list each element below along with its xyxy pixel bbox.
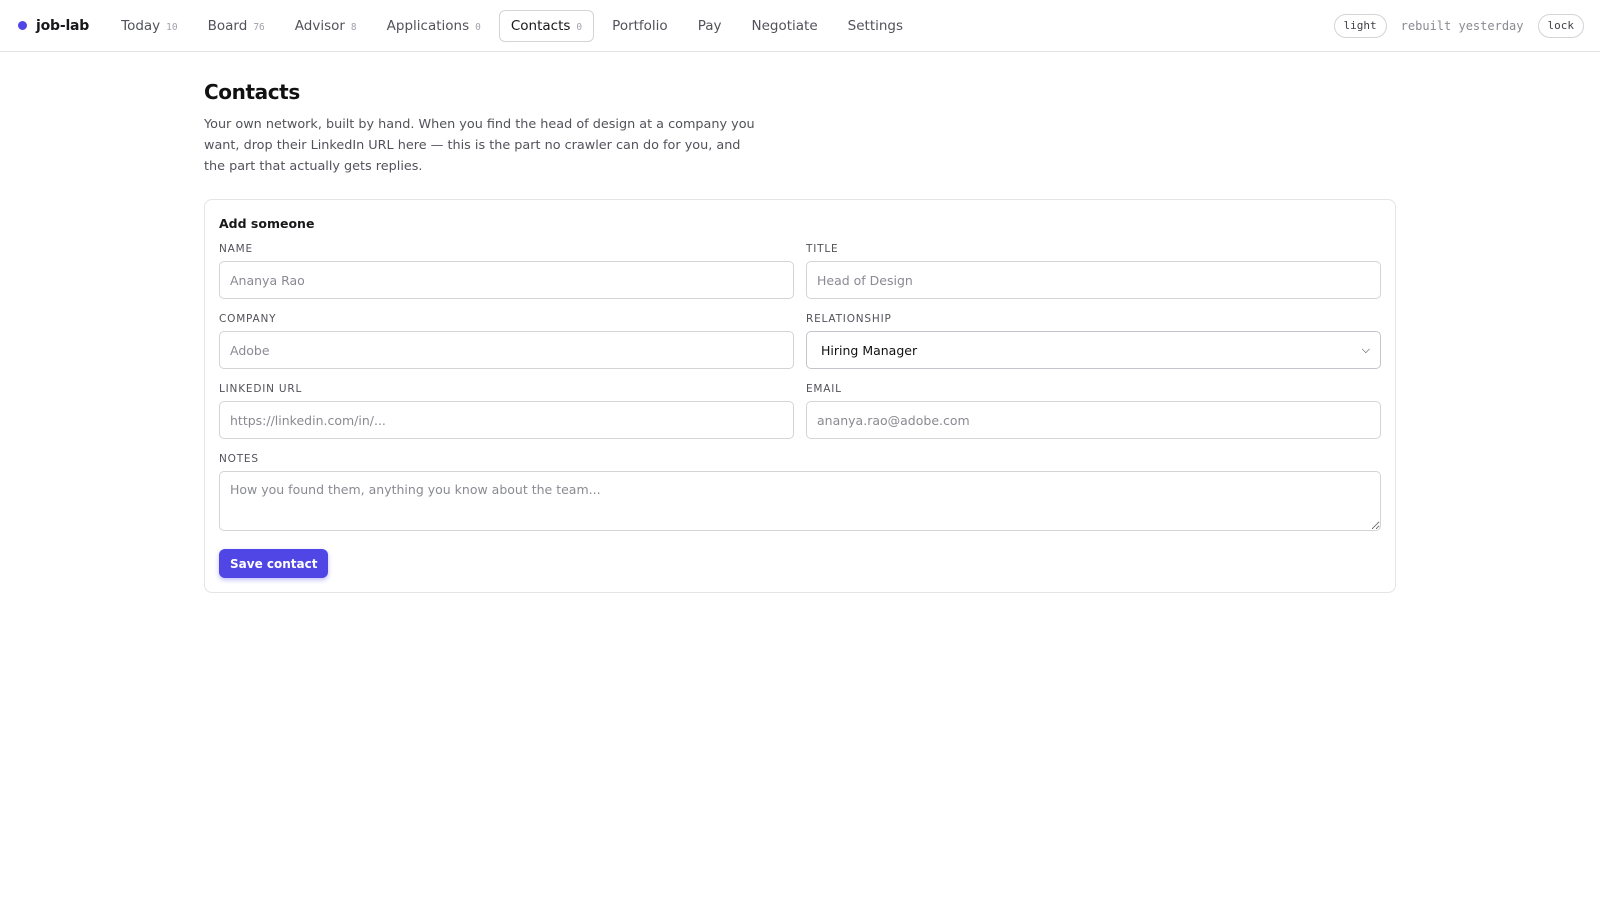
chevron-down-icon: ⌵ [1361, 343, 1370, 356]
theme-toggle-button[interactable]: light [1333, 13, 1387, 38]
topbar-actions: light rebuilt yesterday lock [1333, 13, 1584, 38]
nav-count: 76 [253, 21, 265, 33]
main-content: Contacts Your own network, built by hand… [204, 52, 1396, 593]
company-input[interactable] [219, 331, 794, 369]
nav-count: 0 [576, 21, 583, 33]
relationship-label: RELATIONSHIP [806, 313, 892, 325]
nav-contacts[interactable]: Contacts 0 [498, 9, 595, 42]
rebuild-status: rebuilt yesterday [1400, 18, 1524, 33]
lock-button[interactable]: lock [1537, 13, 1584, 38]
notes-label: NOTES [219, 453, 259, 465]
brand[interactable]: job-lab [18, 18, 89, 34]
linkedin-input[interactable] [219, 401, 794, 439]
nav-portfolio[interactable]: Portfolio [600, 10, 680, 42]
relationship-select[interactable]: Hiring Manager ⌵ [806, 331, 1381, 369]
nav-label: Applications [386, 17, 470, 34]
nav-pay[interactable]: Pay [686, 10, 734, 42]
brand-name: job-lab [36, 17, 90, 34]
nav-count: 0 [475, 21, 481, 33]
contact-form-grid: NAME TITLE COMPANY RELATIONSHIP Hiring M… [219, 243, 1381, 439]
email-label: EMAIL [806, 383, 842, 395]
name-group: NAME [219, 243, 794, 299]
page-description: Your own network, built by hand. When yo… [204, 117, 755, 174]
nav-label: Today [121, 17, 161, 34]
nav-label: Board [207, 17, 248, 34]
nav-negotiate[interactable]: Negotiate [740, 10, 830, 42]
nav-count: 10 [166, 21, 178, 33]
name-input[interactable] [219, 261, 794, 299]
nav-label: Contacts [510, 17, 571, 34]
notes-group: NOTES [219, 453, 1381, 535]
nav-today[interactable]: Today 10 [109, 10, 190, 42]
nav-board[interactable]: Board 76 [196, 10, 277, 42]
notes-textarea[interactable] [219, 471, 1381, 531]
save-contact-button[interactable]: Save contact [219, 549, 329, 578]
name-label: NAME [219, 243, 253, 255]
relationship-group: RELATIONSHIP Hiring Manager ⌵ [806, 313, 1381, 369]
email-group: EMAIL [806, 383, 1381, 439]
title-input[interactable] [806, 261, 1381, 299]
nav-count: 8 [350, 21, 357, 33]
title-label: TITLE [806, 243, 839, 255]
nav-advisor[interactable]: Advisor 8 [283, 10, 369, 42]
company-label: COMPANY [219, 313, 277, 325]
nav-label: Settings [847, 17, 904, 34]
add-contact-card: Add someone NAME TITLE COMPANY RELATIONS… [204, 199, 1396, 593]
relationship-value: Hiring Manager [821, 342, 918, 358]
linkedin-label: LINKEDIN URL [219, 383, 303, 395]
linkedin-group: LINKEDIN URL [219, 383, 794, 439]
main-nav: Today 10 Board 76 Advisor 8 Applications… [109, 9, 915, 42]
card-title: Add someone [219, 216, 315, 231]
title-group: TITLE [806, 243, 1381, 299]
nav-settings[interactable]: Settings [836, 10, 915, 42]
nav-label: Pay [697, 17, 722, 34]
email-input[interactable] [806, 401, 1381, 439]
brand-dot-icon [18, 21, 27, 30]
top-bar: job-lab Today 10 Board 76 Advisor 8 Appl… [0, 0, 1600, 52]
company-group: COMPANY [219, 313, 794, 369]
nav-label: Negotiate [751, 17, 818, 34]
nav-label: Advisor [294, 17, 345, 34]
nav-label: Portfolio [612, 17, 668, 34]
nav-applications[interactable]: Applications 0 [375, 10, 493, 42]
page-title: Contacts [204, 80, 300, 104]
